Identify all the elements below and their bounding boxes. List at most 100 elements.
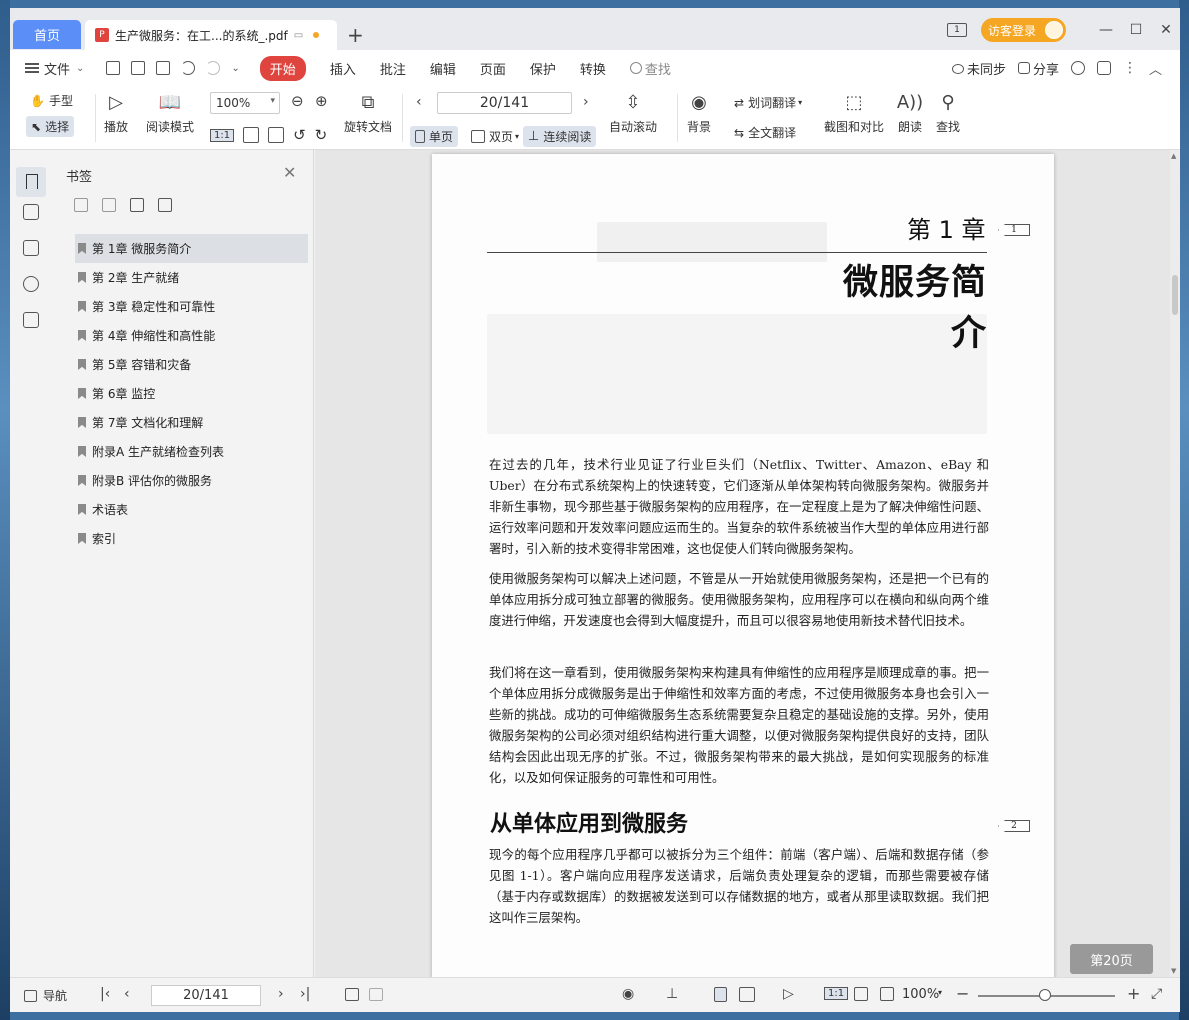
fit-width-icon[interactable] <box>268 127 285 143</box>
menu-page[interactable]: 页面 <box>480 59 506 78</box>
prev-page-icon[interactable]: ‹ <box>416 94 422 110</box>
zoom-in-icon[interactable]: + <box>1127 984 1140 1003</box>
minimize-icon[interactable]: — <box>1092 22 1120 38</box>
next-page-icon[interactable]: › <box>583 94 589 110</box>
bookmark-item[interactable]: 术语表 <box>75 495 308 524</box>
auto-scroll-button[interactable]: ⇳ 自动滚动 <box>609 90 657 135</box>
scroll-up-icon[interactable]: ▲ <box>1171 152 1176 160</box>
more-options-icon[interactable]: ⋮ <box>1123 60 1137 76</box>
menu-edit[interactable]: 编辑 <box>430 59 456 78</box>
background-button[interactable]: ◉ 背景 <box>687 90 711 135</box>
chevron-down-icon[interactable]: ▾ <box>938 988 942 997</box>
bookmark-item[interactable]: 第 4章 伸缩性和高性能 <box>75 321 308 350</box>
zoom-out-icon[interactable]: ⊖ <box>291 92 304 110</box>
print-icon[interactable] <box>156 61 171 75</box>
continuous-reading-button[interactable]: ⊥ 连续阅读 <box>523 126 597 147</box>
play-button[interactable]: ▷ 播放 <box>104 90 128 135</box>
find-button[interactable]: ⚲ 查找 <box>936 90 960 135</box>
fullscreen-icon[interactable]: ⤢ <box>1151 986 1162 1002</box>
select-tool[interactable]: ⬉ 选择 <box>26 116 75 137</box>
first-page-icon[interactable]: |‹ <box>100 986 110 1002</box>
bookmark-panel-icon[interactable] <box>16 167 46 197</box>
bookmark-item[interactable]: 附录B 评估你的微服务 <box>75 466 308 495</box>
screenshot-compare-button[interactable]: ⬚ 截图和对比 <box>824 90 884 135</box>
next-page-icon[interactable]: › <box>278 986 284 1002</box>
back-view-icon[interactable] <box>345 988 359 1001</box>
zoom-slider[interactable] <box>978 989 1115 1001</box>
add-child-bookmark-icon[interactable] <box>102 198 116 212</box>
bookmark-item[interactable]: 第 7章 文档化和理解 <box>75 408 308 437</box>
guest-login-button[interactable]: 访客登录 <box>980 18 1066 42</box>
menu-convert[interactable]: 转换 <box>580 59 606 78</box>
vertical-scrollbar[interactable]: ▲ ▼ <box>1170 150 1180 977</box>
bookmark-item[interactable]: 第 5章 容错和灾备 <box>75 350 308 379</box>
double-page-button[interactable]: 双页 ▾ <box>471 128 519 145</box>
word-translate-button[interactable]: ⇄ 划词翻译 ▾ <box>734 94 802 111</box>
feedback-icon[interactable] <box>1096 61 1111 75</box>
double-page-view-icon[interactable] <box>739 987 755 1002</box>
prev-page-icon[interactable]: ‹ <box>124 986 130 1002</box>
fit-page-icon[interactable] <box>243 127 260 143</box>
rotate-right-icon[interactable]: ↻ <box>315 126 328 144</box>
scroll-down-icon[interactable]: ▼ <box>1171 967 1176 975</box>
sync-status[interactable]: 未同步 <box>951 59 1006 78</box>
actual-size-icon[interactable]: 1:1 <box>210 128 235 142</box>
zoom-slider-knob[interactable] <box>1039 989 1051 1001</box>
continuous-view-icon[interactable]: ⊥ <box>666 986 678 1002</box>
rotate-left-icon[interactable]: ↺ <box>293 126 306 144</box>
document-tab[interactable]: P 生产微服务：在工...的系统_.pdf ▭ <box>85 20 337 50</box>
comment-icon[interactable] <box>23 240 39 256</box>
undo-icon[interactable] <box>181 61 196 75</box>
zoom-select[interactable]: 100% <box>210 92 280 114</box>
collapse-ribbon-icon[interactable]: ︿ <box>1149 59 1162 78</box>
share-button[interactable]: 分享 <box>1017 59 1059 78</box>
single-page-button[interactable]: 单页 <box>410 126 459 147</box>
close-icon[interactable]: ✕ <box>1152 22 1180 38</box>
signature-icon[interactable] <box>23 312 39 328</box>
open-folder-icon[interactable] <box>106 61 121 75</box>
forward-view-icon[interactable] <box>369 988 383 1001</box>
redo-icon[interactable] <box>206 61 221 75</box>
scrollbar-thumb[interactable] <box>1172 275 1178 315</box>
customize-chevron-icon[interactable]: ⌄ <box>231 63 239 74</box>
zoom-level[interactable]: 100% <box>902 987 939 1002</box>
play-icon[interactable]: ▷ <box>783 986 794 1002</box>
actual-size-icon[interactable]: 1:1 <box>824 987 849 1000</box>
save-icon[interactable] <box>131 61 146 75</box>
zoom-in-icon[interactable]: ⊕ <box>315 92 328 110</box>
zoom-out-icon[interactable]: − <box>956 984 969 1003</box>
home-tab[interactable]: 首页 <box>13 20 81 49</box>
settings-gear-icon[interactable] <box>1070 61 1085 75</box>
bookmark-item[interactable]: 第 3章 稳定性和可靠性 <box>75 292 308 321</box>
page-number-input[interactable]: 20/141 <box>437 92 572 114</box>
menu-comment[interactable]: 批注 <box>380 59 406 78</box>
monitor-icon[interactable]: ▭ <box>294 30 303 41</box>
add-bookmark-icon[interactable] <box>74 198 88 212</box>
navigation-toggle[interactable]: 导航 <box>24 987 67 1004</box>
bookmark-item[interactable]: 附录A 生产就绪检查列表 <box>75 437 308 466</box>
menu-search[interactable]: 查找 <box>629 59 671 78</box>
file-menu[interactable]: 文件 ⌄ <box>25 59 84 78</box>
fit-width-icon[interactable] <box>880 987 894 1001</box>
document-viewer[interactable]: 第 1 章 1 微服务简介 在过去的几年，技术行业见证了行业巨头们（Netfli… <box>315 150 1170 977</box>
close-panel-icon[interactable]: ✕ <box>283 163 296 182</box>
rotate-doc-button[interactable]: ⧉ 旋转文档 <box>344 90 392 135</box>
eye-protection-icon[interactable]: ◉ <box>622 986 634 1002</box>
window-count-icon[interactable]: 1 <box>946 23 967 37</box>
bookmark-options-icon[interactable] <box>158 198 172 212</box>
bookmark-item[interactable]: 第 1章 微服务简介 <box>75 234 308 263</box>
reading-mode-button[interactable]: 📖 阅读模式 <box>146 90 194 135</box>
menu-protect[interactable]: 保护 <box>530 59 556 78</box>
last-page-icon[interactable]: ›| <box>300 986 310 1002</box>
thumbnail-icon[interactable] <box>23 204 39 220</box>
menu-insert[interactable]: 插入 <box>330 59 356 78</box>
new-tab-button[interactable]: + <box>347 23 364 47</box>
bookmark-item[interactable]: 索引 <box>75 524 308 553</box>
single-page-view-icon[interactable] <box>714 987 727 1002</box>
hand-tool[interactable]: ✋ 手型 <box>30 92 73 109</box>
read-aloud-button[interactable]: A)) 朗读 <box>897 90 923 135</box>
menu-start[interactable]: 开始 <box>259 55 306 81</box>
expand-bookmark-icon[interactable] <box>130 198 144 212</box>
bookmark-item[interactable]: 第 6章 监控 <box>75 379 308 408</box>
full-translate-button[interactable]: ⇆ 全文翻译 <box>734 124 796 141</box>
